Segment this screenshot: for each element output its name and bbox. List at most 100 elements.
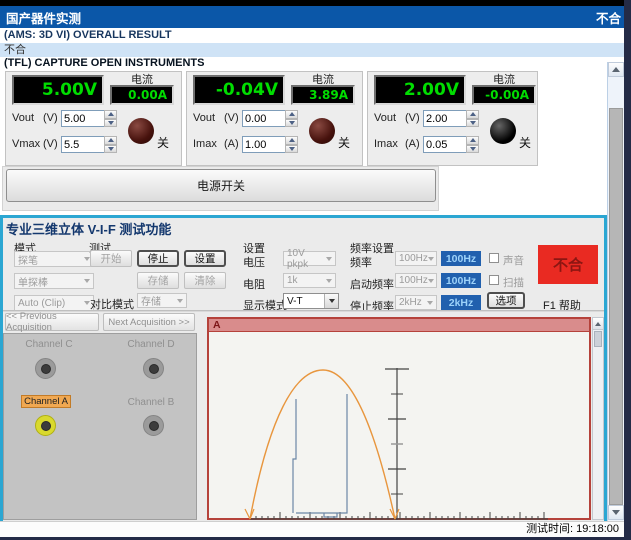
mode-dropdown-3[interactable]: Auto (Clip) [14,295,94,311]
waveform-plot[interactable] [209,332,589,520]
mode-dropdown-2[interactable]: 单探棒 [14,273,94,289]
chevron-down-icon [427,301,433,305]
save-button[interactable]: 存储 [137,272,179,289]
spinner-up-icon[interactable] [285,110,298,119]
power-switch-button[interactable]: 电源开关 [6,169,436,202]
display-mode-dropdown[interactable]: V-T [283,293,339,309]
channel-d-connector[interactable] [143,358,164,379]
channel-c-label: Channel C [14,339,84,350]
vout-stepper[interactable] [104,110,117,127]
imax-stepper[interactable] [466,136,479,153]
orange-sine-trace [250,370,395,519]
freq-dropdown[interactable]: 100Hz [395,251,437,266]
vmax-unit: (V) [43,138,58,150]
scroll-down-icon[interactable] [608,505,624,520]
setup-button[interactable]: 设置 [184,250,226,267]
window-vertical-scrollbar[interactable] [607,62,624,521]
vmax-field[interactable] [61,136,105,153]
spinner-down-icon[interactable] [466,145,479,154]
resistance-dropdown[interactable]: 1k [283,273,336,288]
ams-result-header: (AMS: 3D VI) OVERALL RESULT [0,28,631,43]
spinner-down-icon[interactable] [285,119,298,128]
vmax-stepper[interactable] [104,136,117,153]
scrollbar-thumb[interactable] [609,108,623,505]
spinner-up-icon[interactable] [104,136,117,145]
vout-field[interactable] [423,110,467,127]
spinner-down-icon[interactable] [285,145,298,154]
scan-checkbox[interactable] [489,275,499,285]
imax-unit: (A) [405,138,420,150]
spinner-down-icon[interactable] [104,119,117,128]
spinner-up-icon[interactable] [285,136,298,145]
spinner-down-icon[interactable] [104,145,117,154]
vout-field[interactable] [61,110,105,127]
power-supply-panel-2: -0.04V 电流 3.89A Vout (V) Imax (A) [186,71,363,166]
vif-section-title: 专业三维立体 V-I-F 测试功能 [6,219,171,238]
voltage-dropdown-value: 10V pkpk [287,248,326,270]
channel-panel: Channel C Channel D Channel A Channel B [3,333,197,520]
start-freq-dropdown[interactable]: 100Hz [395,273,437,288]
channel-a-connector[interactable] [35,415,56,436]
voltage-dropdown[interactable]: 10V pkpk [283,251,336,266]
scroll-up-icon[interactable] [593,318,603,330]
resistance-setting-label: 电阻 [243,276,265,292]
ams-result-value[interactable]: 不合 [0,43,631,57]
imax-field[interactable] [423,136,467,153]
vout-field[interactable] [242,110,286,127]
voltage-setting-label: 电压 [243,254,265,270]
clear-button[interactable]: 清除 [184,272,226,289]
sound-checkbox[interactable] [489,253,499,263]
next-acquisition-button[interactable]: Next Acquisition >> [103,313,195,331]
mode-dropdown-1-value: 探笔 [18,252,38,267]
spinner-up-icon[interactable] [466,136,479,145]
options-button[interactable]: 选项 [487,292,525,309]
vout-stepper[interactable] [466,110,479,127]
knob-off-label: 关 [519,134,531,151]
mode-dropdown-1[interactable]: 探笔 [14,251,94,267]
stop-button[interactable]: 停止 [137,250,179,267]
channel-b-label: Channel B [116,397,186,408]
chevron-down-icon [177,299,183,303]
chevron-down-icon [428,257,434,261]
scan-checkbox-label: 扫描 [503,275,524,290]
vmax-label: Vmax [12,138,40,150]
channel-c-connector[interactable] [35,358,56,379]
power-knob[interactable] [128,118,154,144]
spinner-up-icon[interactable] [104,110,117,119]
imax-field[interactable] [242,136,286,153]
spinner-down-icon[interactable] [466,119,479,128]
stop-freq-dropdown[interactable]: 2kHz [395,295,437,310]
chevron-down-icon [428,279,434,283]
channel-b-connector[interactable] [143,415,164,436]
current-display: 3.89A [291,85,355,105]
previous-acquisition-button[interactable]: << Previous Acquisition [5,313,99,331]
power-knob[interactable] [490,118,516,144]
imax-unit: (A) [224,138,239,150]
fail-indicator: 不合 [538,245,598,284]
graph-vertical-scrollbar[interactable] [592,317,604,520]
chevron-down-icon [326,257,332,261]
vout-unit: (V) [224,112,239,124]
channel-a-label[interactable]: Channel A [21,395,71,408]
graph-pane-label: A [213,319,221,331]
compare-mode-dropdown[interactable]: 存储 [137,293,187,308]
current-display: 0.00A [110,85,174,105]
vout-stepper[interactable] [285,110,298,127]
scrollbar-thumb[interactable] [594,331,602,347]
voltage-display: 5.00V [12,75,104,105]
titlebar-status: 不合 [596,8,621,27]
imax-label: Imax [374,138,398,150]
power-knob[interactable] [309,118,335,144]
current-display: -0.00A [472,85,536,105]
freq-badge: 100Hz [441,251,481,266]
spinner-up-icon[interactable] [466,110,479,119]
chevron-down-icon[interactable] [324,294,338,308]
start-freq-label: 启动频率 [350,276,394,292]
start-freq-badge: 100Hz [441,273,481,288]
imax-stepper[interactable] [285,136,298,153]
scroll-up-icon[interactable] [608,62,624,77]
graph-pane-header[interactable]: A [209,319,589,332]
voltage-display: 2.00V [374,75,466,105]
blue-pulse-trace [293,394,347,517]
start-button[interactable]: 开始 [90,250,132,267]
